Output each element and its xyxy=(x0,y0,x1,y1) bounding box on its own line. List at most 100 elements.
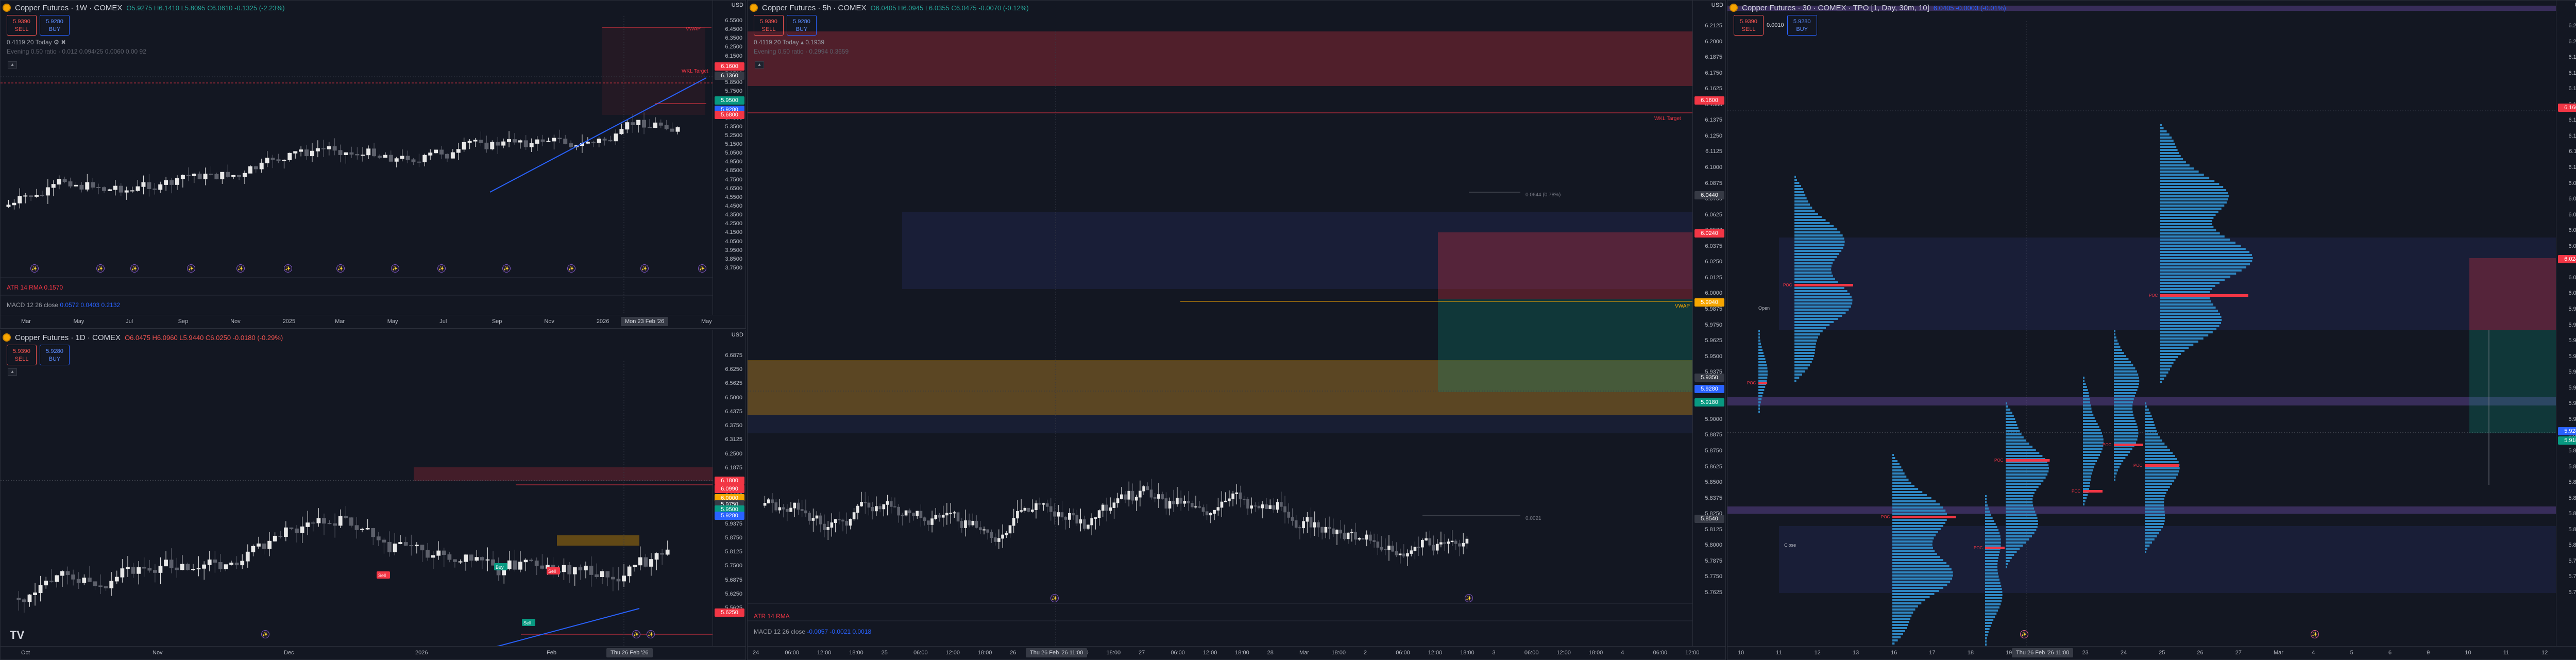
event-marker-icon[interactable]: ✨ xyxy=(30,264,39,273)
daily-candles[interactable]: Sell Sell Buy Sell xyxy=(1,330,714,647)
tpo-row xyxy=(2160,229,2216,231)
collapse-legend-button[interactable]: ▴ xyxy=(8,368,17,376)
buy-button[interactable]: 5.9280 BUY xyxy=(40,345,70,365)
event-marker-icon[interactable]: ✨ xyxy=(632,630,640,638)
event-marker-icon[interactable]: ✨ xyxy=(437,264,446,273)
collapse-legend-button[interactable]: ▴ xyxy=(8,61,17,69)
tpo-row xyxy=(1758,411,1760,413)
candle-body xyxy=(62,179,67,182)
price-tick-label: 6.0750 xyxy=(2568,196,2576,202)
candle-body xyxy=(93,581,97,586)
atr-legend[interactable]: ATR 14 RMA xyxy=(754,613,790,620)
candle-body xyxy=(875,506,878,512)
chart-title[interactable]: Copper Futures · 1D · COMEX xyxy=(15,333,121,342)
tpo-row xyxy=(2114,358,2129,360)
time-tick-label: 06:00 xyxy=(785,650,799,656)
price-tick-label: 5.8625 xyxy=(2568,463,2576,470)
event-marker-icon[interactable]: ✨ xyxy=(698,264,706,273)
currency-label[interactable]: USD xyxy=(2558,2,2576,10)
intraday-candles[interactable]: WKL Target VWAP xyxy=(748,1,1693,647)
event-marker-icon[interactable]: ✨ xyxy=(640,264,649,273)
price-tick-label: 5.8500 xyxy=(1705,479,1722,486)
sell-button[interactable]: 5.9390 SELL xyxy=(1734,15,1764,36)
candle-body xyxy=(1417,547,1420,548)
price-scale[interactable]: USD 6.21256.20006.18756.17506.16256.1500… xyxy=(2556,1,2576,647)
event-marker-icon[interactable]: ✨ xyxy=(567,264,575,273)
event-marker-icon[interactable]: ✨ xyxy=(261,630,269,638)
candle-body xyxy=(1261,504,1264,509)
candle-body xyxy=(670,128,674,132)
weekly-chart-pane[interactable]: Copper Futures · 1W · COMEX O5.9275 H6.1… xyxy=(0,0,746,329)
buy-button[interactable]: 5.9280 BUY xyxy=(787,15,817,36)
candle-body xyxy=(1425,538,1428,540)
tpo-row xyxy=(1794,290,1848,292)
currency-label[interactable]: USD xyxy=(1694,2,1723,10)
price-scale[interactable]: USD 6.55006.45006.35006.25006.15006.0500… xyxy=(713,1,745,316)
tpo-row xyxy=(2160,353,2181,355)
event-marker-icon[interactable]: ✨ xyxy=(96,264,105,273)
tpo-row xyxy=(2083,451,2102,453)
tpo-row xyxy=(2160,328,2217,330)
indicator-legend[interactable]: 0.4119 20 Today ⚙ ✖ xyxy=(7,39,66,46)
price-tick-label: 6.0500 xyxy=(2568,227,2576,234)
event-marker-icon[interactable]: ✨ xyxy=(336,264,345,273)
candle-body xyxy=(420,545,425,551)
event-marker-icon[interactable]: ✨ xyxy=(187,264,195,273)
event-marker-icon[interactable]: ✨ xyxy=(1050,594,1059,602)
buy-button[interactable]: 5.9280 BUY xyxy=(1787,15,1817,36)
tpo-row xyxy=(2160,171,2199,173)
tpo-row xyxy=(2160,282,2220,284)
intraday-chart-pane[interactable]: Copper Futures · 5h · COMEX O6.0405 H6.0… xyxy=(747,0,1726,660)
event-marker-icon[interactable]: ✨ xyxy=(502,264,511,273)
event-marker-icon[interactable]: ✨ xyxy=(130,264,139,273)
candle-body xyxy=(295,528,299,533)
price-scale[interactable]: USD 6.21256.20006.18756.17506.16256.1500… xyxy=(1692,1,1725,647)
candle-body xyxy=(1134,497,1138,501)
tpo-row xyxy=(1758,352,1764,354)
time-scale[interactable]: 2406:0012:0018:002506:0012:0018:002606:0… xyxy=(748,646,1725,659)
time-scale[interactable]: 1011121316171819202324252627Mar456910111… xyxy=(1727,646,2576,659)
indicator-legend-2[interactable]: Evening 0.50 ratio · 0.012 0.094/25 0.00… xyxy=(7,48,146,55)
tpo-profiles[interactable]: POC POC POC POC POC POC POC POC POC Open Close xyxy=(1727,1,2557,647)
indicator-legend-2[interactable]: Evening 0.50 ratio · 0.2994 0.3659 xyxy=(754,48,849,55)
atr-legend[interactable]: ATR 14 RMA 0.1570 xyxy=(7,284,63,291)
chart-title[interactable]: Copper Futures · 5h · COMEX xyxy=(762,4,867,12)
candle-body xyxy=(124,190,129,193)
event-marker-icon[interactable]: ✨ xyxy=(1465,594,1473,602)
currency-label[interactable]: USD xyxy=(715,2,743,10)
tpo-chart-pane[interactable]: Copper Futures · 30 · COMEX · TPO [1, Da… xyxy=(1727,0,2576,660)
tpo-row xyxy=(2160,235,2225,238)
event-marker-icon[interactable]: ✨ xyxy=(647,630,655,638)
macd-legend[interactable]: MACD 12 26 close 0.0572 0.0403 0.2132 xyxy=(7,301,120,309)
price-scale[interactable]: USD 6.6875 6.6250 6.5625 6.5000 6.4375 6.3750… xyxy=(713,330,745,647)
candle-body xyxy=(1049,506,1053,512)
macd-legend[interactable]: MACD 12 26 close -0.0057 -0.0021 0.0018 xyxy=(754,628,871,635)
event-marker-icon[interactable]: ✨ xyxy=(2020,630,2028,638)
sell-button[interactable]: 5.9390 SELL xyxy=(7,15,37,36)
event-marker-icon[interactable]: ✨ xyxy=(236,264,245,273)
event-marker-icon[interactable]: ✨ xyxy=(284,264,292,273)
tpo-row xyxy=(2006,548,2020,550)
currency-label[interactable]: USD xyxy=(715,332,743,340)
collapse-legend-button[interactable]: ▴ xyxy=(755,61,764,69)
tpo-row xyxy=(1794,324,1830,326)
time-scale[interactable]: Mar May Jul Sep Nov 2025 Mar May Jul Sep Nov 2026 Ma… xyxy=(1,315,745,328)
time-scale[interactable]: Oct Nov Dec 2026 Feb Thu 26 Feb '26 xyxy=(1,646,745,659)
ohlc-values: O6.0405 H6.0945 L6.0355 C6.0475 -0.0070 … xyxy=(870,4,1029,12)
event-marker-icon[interactable]: ✨ xyxy=(2311,630,2319,638)
poc-label: POC xyxy=(2103,443,2112,447)
time-tick-label: 12:00 xyxy=(1202,650,1217,656)
indicator-legend[interactable]: 0.4119 20 Today ▴ 0.1939 xyxy=(754,39,824,46)
sell-button[interactable]: 5.9390 SELL xyxy=(754,15,784,36)
tpo-row xyxy=(2160,211,2218,213)
candle-body xyxy=(1346,532,1350,539)
chart-title[interactable]: Copper Futures · 30 · COMEX · TPO [1, Da… xyxy=(1742,4,1929,12)
daily-chart-pane[interactable]: Copper Futures · 1D · COMEX O6.0475 H6.0… xyxy=(0,330,746,660)
buy-button[interactable]: 5.9280 BUY xyxy=(40,15,70,36)
sell-button[interactable]: 5.9390 SELL xyxy=(7,345,37,365)
tradingview-logo[interactable]: TV xyxy=(10,629,24,642)
event-marker-icon[interactable]: ✨ xyxy=(391,264,399,273)
tpo-row xyxy=(2006,483,2041,485)
chart-title[interactable]: Copper Futures · 1W · COMEX xyxy=(15,4,122,12)
candle-body xyxy=(849,518,852,526)
